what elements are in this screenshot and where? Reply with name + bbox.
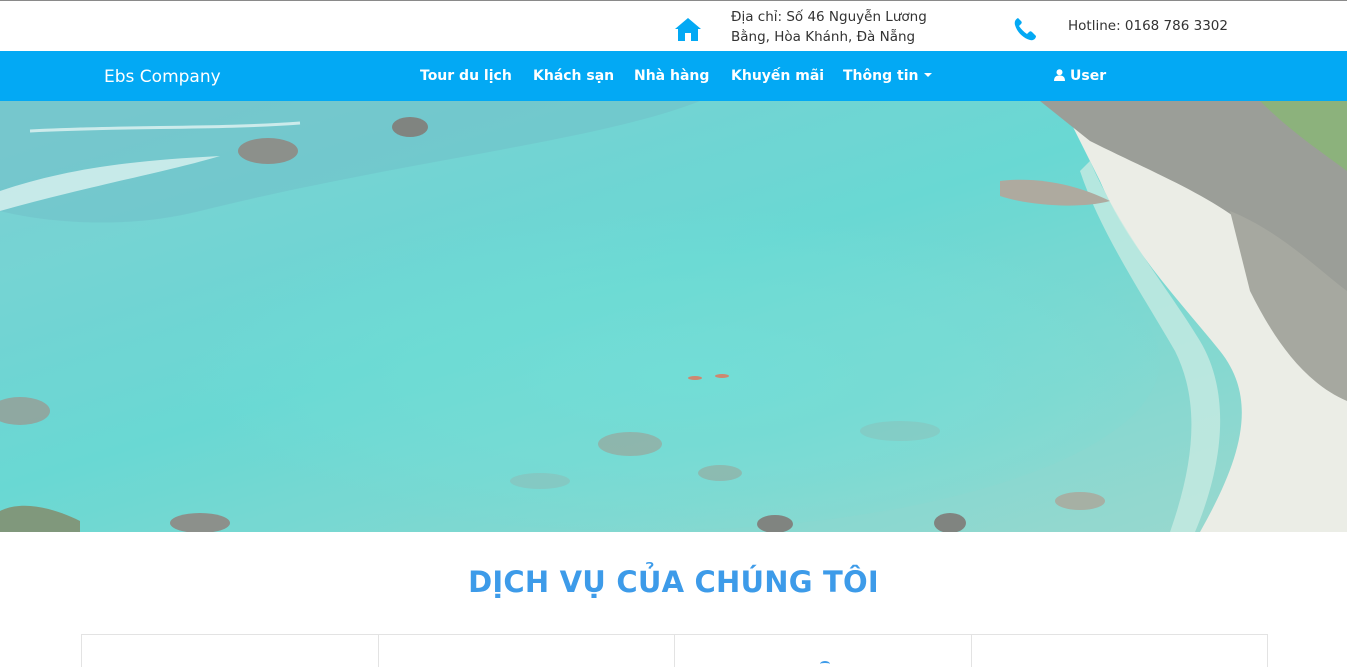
service-card[interactable] [81,634,379,667]
caret-down-icon [924,73,933,77]
brand-logo[interactable]: Ebs Company [104,67,221,87]
nav-tour[interactable]: Tour du lịch [420,68,512,84]
services-cards [81,634,1268,667]
nav-info-label: Thông tin [843,68,919,84]
nav-info-dropdown[interactable]: Thông tin [843,68,933,84]
address-line-1: Địa chỉ: Số 46 Nguyễn Lương [731,9,927,25]
nav-hotel[interactable]: Khách sạn [533,68,614,84]
user-menu[interactable]: User [1054,68,1106,84]
address-line-2: Bằng, Hòa Khánh, Đà Nẵng [731,29,916,45]
phone-icon [1014,18,1036,41]
service-icon [820,661,830,667]
services-title: DỊCH VỤ CỦA CHÚNG TÔI [468,565,879,599]
service-card[interactable] [377,634,675,667]
nav-restaurant[interactable]: Nhà hàng [634,68,709,84]
main-navbar: Ebs Company Tour du lịch Khách sạn Nhà h… [0,51,1347,101]
home-icon [675,18,701,41]
nav-promotion[interactable]: Khuyến mãi [731,68,824,84]
hotline-text: Hotline: 0168 786 3302 [1068,18,1228,34]
user-icon [1054,69,1065,81]
service-card[interactable] [970,634,1268,667]
user-label: User [1070,68,1107,84]
hero-banner-image [0,101,1347,532]
contact-bar: Địa chỉ: Số 46 Nguyễn Lương Bằng, Hòa Kh… [0,0,1347,51]
address-text: Địa chỉ: Số 46 Nguyễn Lương Bằng, Hòa Kh… [731,7,927,47]
